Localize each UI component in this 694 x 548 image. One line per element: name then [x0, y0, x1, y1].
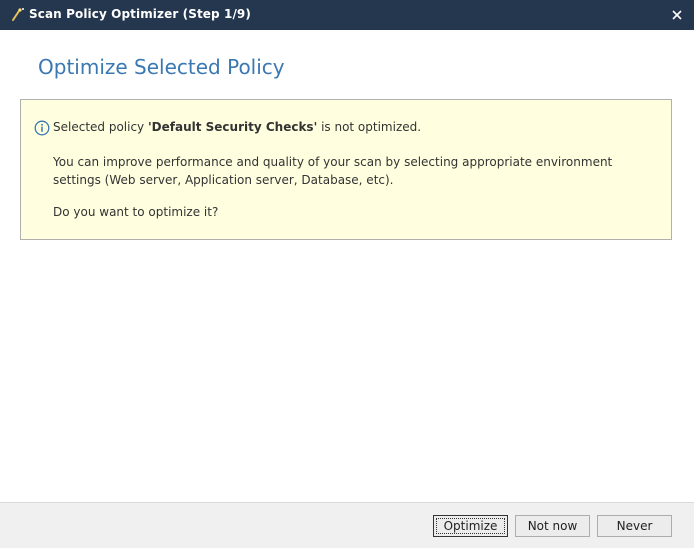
window-title: Scan Policy Optimizer (Step 1/9): [29, 7, 251, 21]
close-button[interactable]: [666, 4, 688, 26]
info-suffix: is not optimized.: [317, 120, 422, 134]
optimizer-window: Scan Policy Optimizer (Step 1/9) Optimiz…: [0, 0, 694, 548]
policy-name: 'Default Security Checks': [147, 120, 318, 134]
page-title: Optimize Selected Policy: [38, 55, 285, 79]
never-button[interactable]: Never: [597, 515, 672, 537]
title-bar: Scan Policy Optimizer (Step 1/9): [0, 0, 694, 30]
info-icon: [34, 120, 50, 136]
not-now-button[interactable]: Not now: [515, 515, 590, 537]
button-bar: Optimize Not now Never: [0, 502, 694, 548]
info-prefix: Selected policy: [53, 120, 148, 134]
magic-wand-icon: [10, 6, 26, 22]
info-message: Selected policy 'Default Security Checks…: [53, 120, 421, 134]
info-paragraph: You can improve performance and quality …: [53, 155, 613, 187]
info-question: Do you want to optimize it?: [53, 205, 219, 219]
optimize-button[interactable]: Optimize: [433, 515, 508, 537]
close-icon: [672, 10, 682, 20]
info-box: Selected policy 'Default Security Checks…: [20, 99, 672, 240]
